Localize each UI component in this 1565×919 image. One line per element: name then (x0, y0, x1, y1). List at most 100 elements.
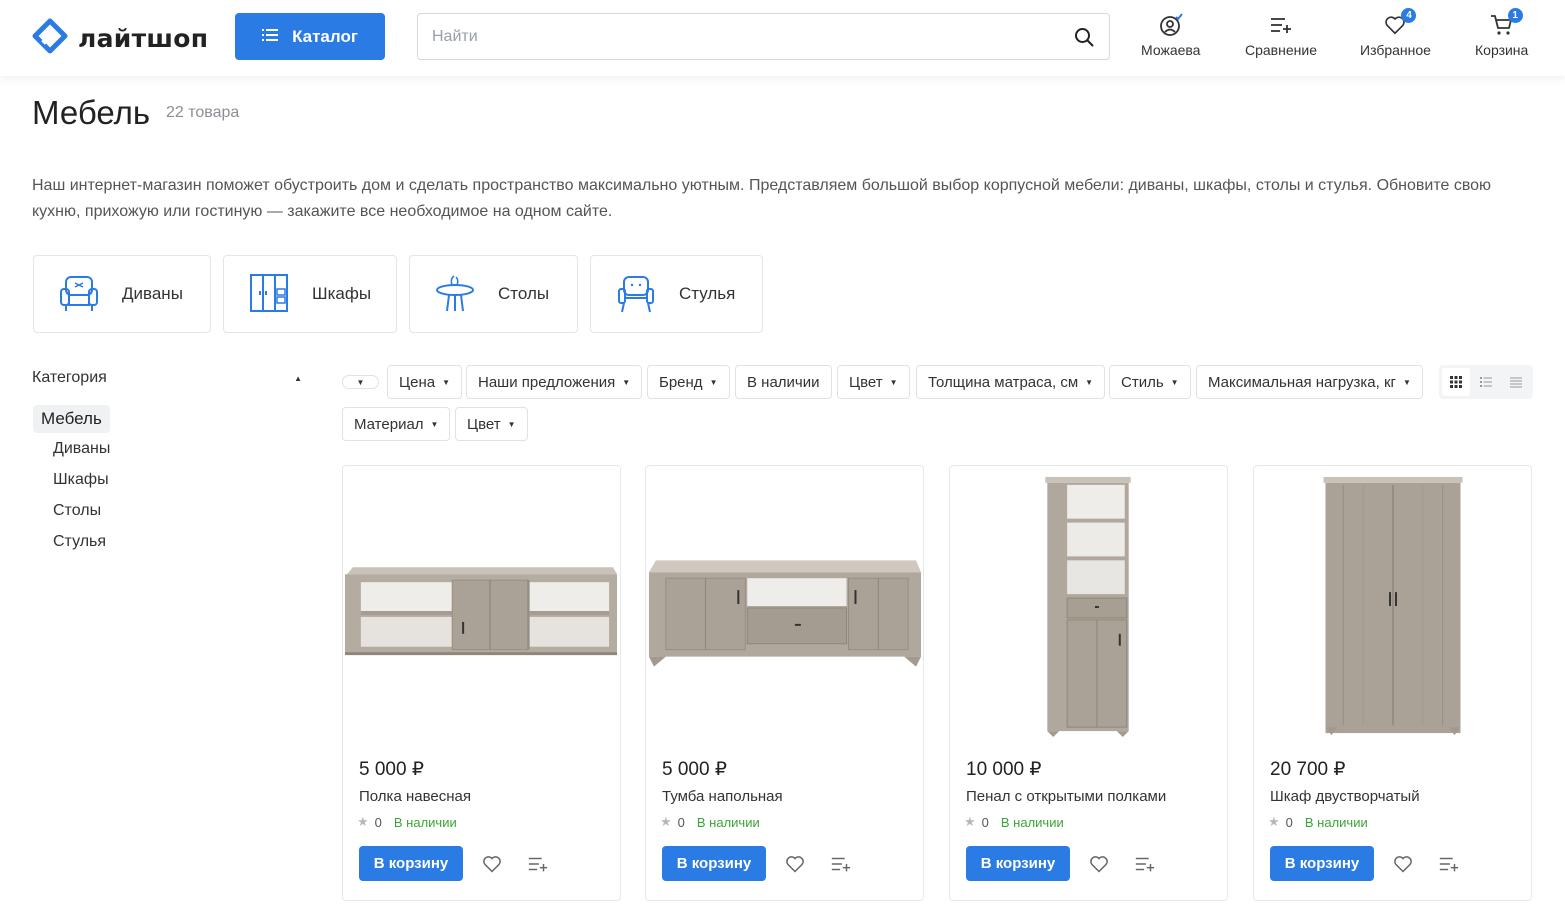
compare-icon[interactable] (1437, 852, 1461, 876)
compare-icon[interactable] (829, 852, 853, 876)
product-card[interactable]: 5 000 ₽ Полка навесная ★ 0 В наличии В к… (342, 465, 621, 901)
header-user[interactable]: Можаева (1141, 12, 1200, 58)
favorites-badge: 4 (1401, 8, 1417, 23)
filter-material[interactable]: Материал ▼ (342, 407, 451, 441)
compare-icon[interactable] (1133, 852, 1157, 876)
product-image[interactable] (343, 472, 620, 742)
product-rating: 0 (1285, 814, 1293, 830)
tile-wardrobes[interactable]: Шкафы (223, 255, 397, 333)
product-name[interactable]: Шкаф двустворчатый (1270, 788, 1420, 805)
heart-icon[interactable] (783, 852, 807, 876)
sidebar-item-furniture[interactable]: Мебель (33, 405, 110, 433)
caret-down-icon: ▼ (430, 419, 439, 429)
product-image[interactable] (646, 472, 923, 742)
caret-down-icon: ▼ (622, 377, 631, 387)
catalog-label: Каталог (292, 26, 358, 46)
site-header: лайтшоп Каталог Найти Можаева Сравнение … (0, 0, 1565, 76)
logo[interactable]: лайтшоп (32, 18, 208, 59)
header-user-label: Можаева (1141, 42, 1201, 58)
filter-price[interactable]: Цена ▼ (387, 365, 462, 399)
header-compare-label: Сравнение (1245, 42, 1317, 58)
tile-chairs[interactable]: Стулья (590, 255, 763, 333)
sidebar-item-tables[interactable]: Столы (53, 502, 101, 520)
filter-label: Толщина матраса, см (928, 373, 1079, 391)
heart-icon[interactable] (1087, 852, 1111, 876)
header-favorites[interactable]: 4 Избранное (1360, 8, 1431, 58)
add-to-cart-button[interactable]: В корзину (359, 846, 463, 881)
filter-label: Наши предложения (478, 373, 616, 391)
filter-mattress-thickness[interactable]: Толщина матраса, см ▼ (916, 365, 1106, 399)
star-icon: ★ (1268, 814, 1280, 829)
filter-style[interactable]: Стиль ▼ (1109, 365, 1191, 399)
add-to-cart-button[interactable]: В корзину (966, 846, 1070, 881)
filter-color-2[interactable]: Цвет ▼ (455, 407, 528, 441)
product-card[interactable]: 5 000 ₽ Тумба напольная ★ 0 В наличии В … (645, 465, 924, 901)
product-price: 20 700 ₽ (1270, 759, 1346, 780)
caret-down-icon: ▼ (1085, 377, 1094, 387)
list-icon (262, 27, 279, 47)
tile-label: Диваны (122, 284, 183, 303)
search-input[interactable] (418, 14, 1059, 59)
header-favorites-label: Избранное (1360, 42, 1431, 58)
list-view-icon[interactable] (1472, 368, 1500, 396)
filter-label: Стиль (1121, 373, 1164, 391)
filter-label: Цвет (849, 373, 883, 391)
table-view-icon[interactable] (1502, 368, 1530, 396)
filter-label: Материал (354, 415, 424, 433)
chair-icon (613, 271, 659, 317)
category-filter-header[interactable]: Категория ▲ (32, 369, 304, 387)
filter-in-stock[interactable]: В наличии (735, 365, 832, 399)
search-box (417, 13, 1110, 60)
filter-unlabeled[interactable]: ▼ (342, 365, 379, 399)
heart-icon: 4 (1382, 8, 1417, 38)
grid-view-icon[interactable] (1442, 368, 1470, 396)
caret-down-icon: ▼ (356, 377, 365, 387)
tile-sofas[interactable]: Диваны (33, 255, 211, 333)
product-image[interactable] (1254, 472, 1531, 742)
header-compare[interactable]: Сравнение (1245, 12, 1317, 58)
product-name[interactable]: Пенал с открытыми полками (966, 788, 1166, 805)
product-meta: ★ 0 В наличии (1268, 814, 1368, 830)
caret-down-icon: ▼ (889, 377, 898, 387)
tile-label: Шкафы (312, 284, 372, 303)
tile-label: Столы (498, 284, 550, 303)
filter-label: Цена (399, 373, 436, 391)
product-card[interactable]: 10 000 ₽ Пенал с открытыми полками ★ 0 В… (949, 465, 1228, 901)
catalog-button[interactable]: Каталог (235, 13, 385, 60)
compare-icon[interactable] (526, 852, 550, 876)
filter-label: В наличии (747, 373, 820, 391)
header-cart[interactable]: 1 Корзина (1475, 8, 1528, 58)
sidebar-item-sofas[interactable]: Диваны (53, 440, 110, 458)
search-icon[interactable] (1059, 14, 1109, 59)
product-meta: ★ 0 В наличии (964, 814, 1064, 830)
heart-icon[interactable] (480, 852, 504, 876)
filter-brand[interactable]: Бренд ▼ (647, 365, 730, 399)
caret-down-icon: ▼ (1170, 377, 1179, 387)
sidebar-item-chairs[interactable]: Стулья (53, 533, 106, 551)
add-to-cart-button[interactable]: В корзину (1270, 846, 1374, 881)
product-price: 10 000 ₽ (966, 759, 1042, 780)
product-name[interactable]: Полка навесная (359, 788, 471, 805)
wardrobe-icon (246, 271, 292, 317)
filter-max-load[interactable]: Максимальная нагрузка, кг ▼ (1196, 365, 1423, 399)
tile-label: Стулья (679, 284, 736, 303)
product-rating: 0 (677, 814, 685, 830)
filter-label: Цвет (467, 415, 501, 433)
product-image[interactable] (950, 472, 1227, 742)
sidebar-item-wardrobes[interactable]: Шкафы (53, 471, 109, 489)
tile-tables[interactable]: Столы (409, 255, 578, 333)
filter-offers[interactable]: Наши предложения ▼ (466, 365, 643, 399)
add-to-cart-button[interactable]: В корзину (662, 846, 766, 881)
product-rating: 0 (374, 814, 382, 830)
caret-up-icon: ▲ (294, 373, 302, 383)
cart-badge: 1 (1507, 8, 1523, 23)
stock-status: В наличии (393, 814, 457, 830)
star-icon: ★ (660, 814, 672, 829)
view-toggle (1439, 365, 1533, 399)
product-name[interactable]: Тумба напольная (662, 788, 783, 805)
heart-icon[interactable] (1391, 852, 1415, 876)
stock-status: В наличии (1304, 814, 1368, 830)
filter-color[interactable]: Цвет ▼ (837, 365, 910, 399)
product-card[interactable]: 20 700 ₽ Шкаф двустворчатый ★ 0 В наличи… (1253, 465, 1532, 901)
cart-icon: 1 (1489, 8, 1523, 38)
